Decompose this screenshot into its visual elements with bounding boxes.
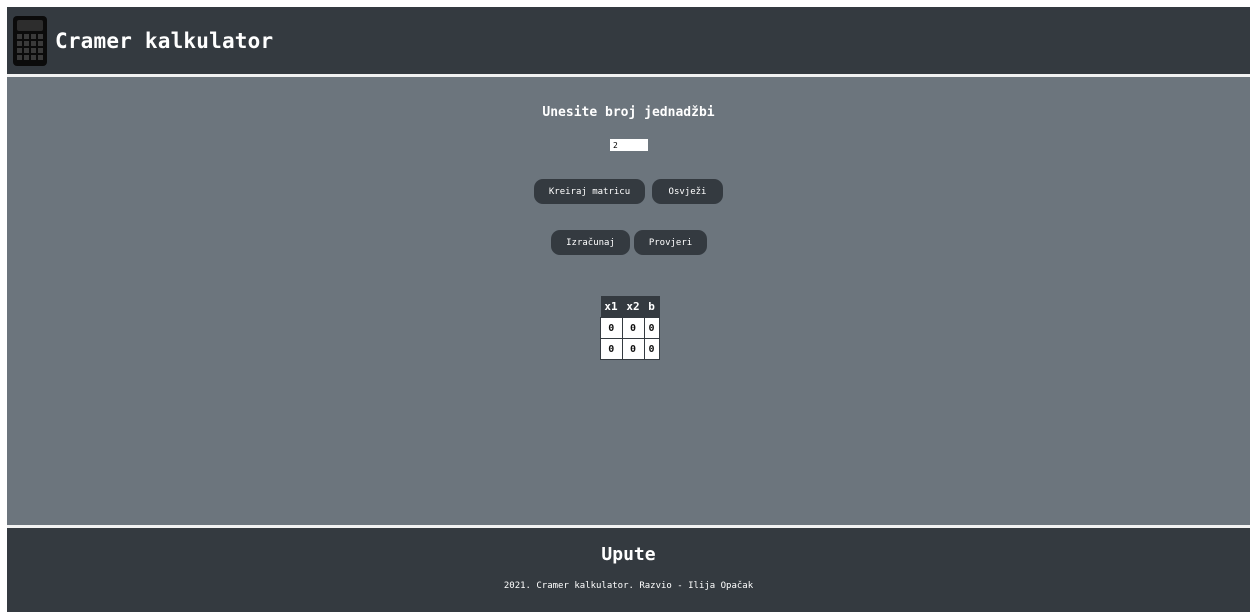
main-panel: Unesite broj jednadžbi Kreiraj matricu O… [7,77,1250,525]
matrix-header-b: b [644,296,660,318]
matrix-cell[interactable]: 0 [643,338,660,360]
create-matrix-button[interactable]: Kreiraj matricu [534,179,645,204]
equation-count-input[interactable] [610,139,648,151]
matrix-cell[interactable]: 0 [643,317,660,339]
matrix-cell[interactable]: 0 [600,338,623,360]
matrix-row: 0 0 0 [600,338,660,360]
header-bar: Cramer kalkulator [7,7,1250,74]
instructions-link[interactable]: Upute [7,544,1250,565]
check-button[interactable]: Provjeri [634,230,707,255]
matrix-table: x1 x2 b 0 0 0 0 0 0 [600,296,660,360]
matrix-header-x2: x2 [622,296,645,318]
matrix-cell[interactable]: 0 [600,317,623,339]
page: Cramer kalkulator Unesite broj jednadžbi… [0,0,1250,612]
equation-count-label: Unesite broj jednadžbi [542,105,715,120]
matrix-cell[interactable]: 0 [621,338,645,360]
calculator-keys [17,33,43,60]
refresh-button[interactable]: Osvježi [652,179,723,204]
footer-credits: 2021. Cramer kalkulator. Razvio - Ilija … [503,581,754,591]
calculator-screen [17,19,43,31]
calculator-icon [13,15,47,66]
app-title: Cramer kalkulator [55,28,274,53]
matrix-header-x1: x1 [600,296,623,318]
calculate-button[interactable]: Izračunaj [551,230,630,255]
matrix-row: 0 0 0 [600,317,660,339]
matrix-header-row: x1 x2 b [600,296,660,318]
matrix-cell[interactable]: 0 [621,317,645,339]
footer: Upute 2021. Cramer kalkulator. Razvio - … [7,528,1250,612]
